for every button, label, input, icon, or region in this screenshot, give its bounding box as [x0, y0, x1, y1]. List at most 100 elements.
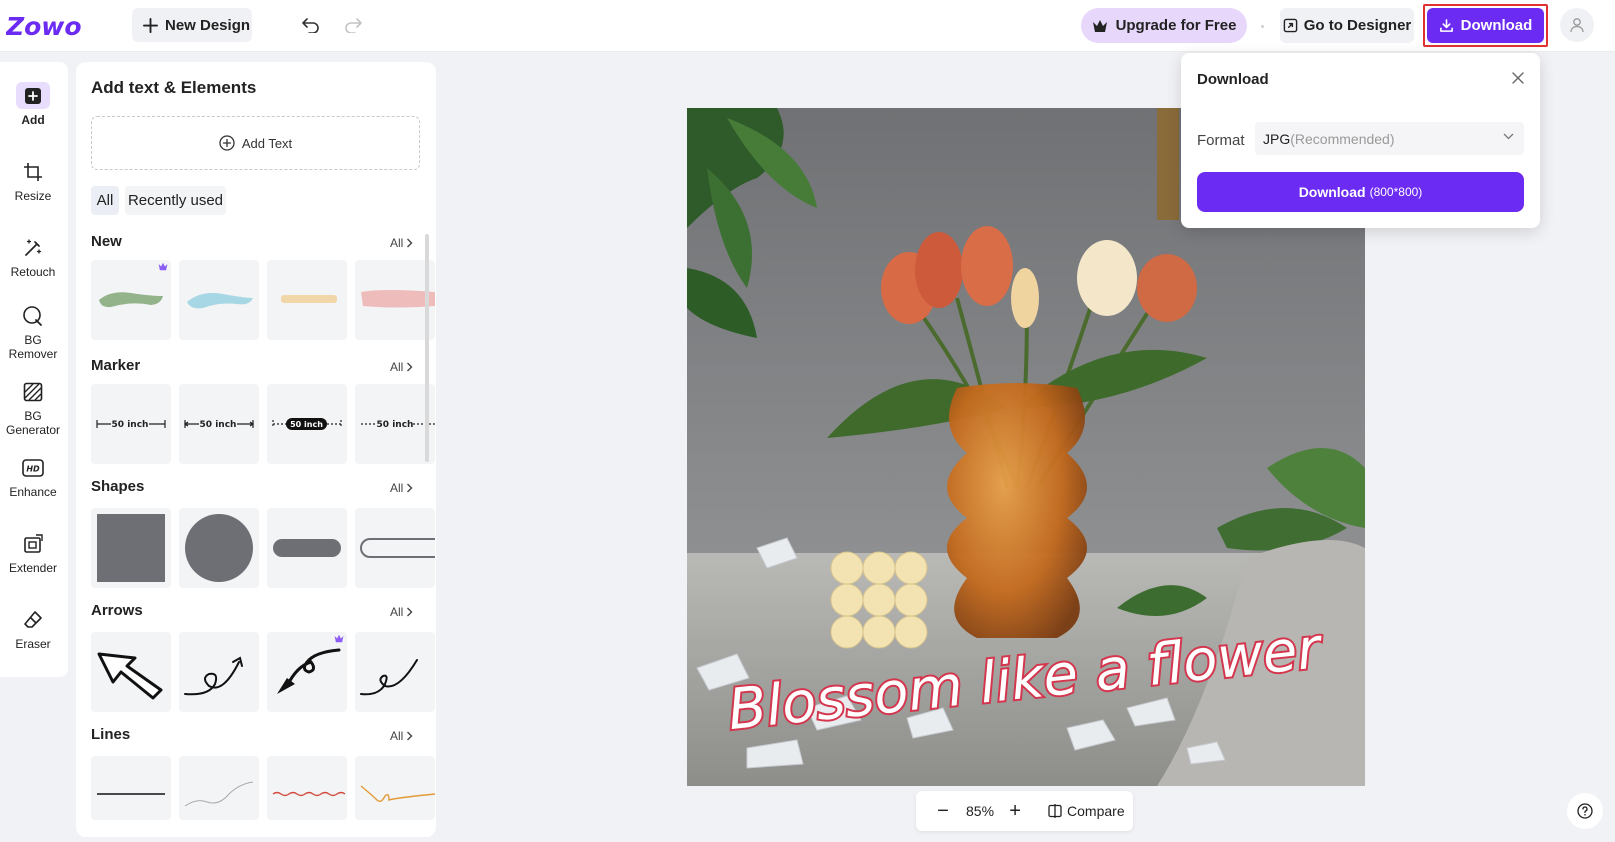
shape-pill-tile[interactable] [267, 508, 347, 588]
tool-label: Resize [14, 189, 52, 203]
download-label: Download [1460, 17, 1533, 34]
section-all-marker[interactable]: All [390, 360, 413, 374]
marker-tile[interactable]: 50 inch [355, 384, 435, 464]
top-bar: Zowo New Design Upgrade for Free Go to D… [0, 0, 1615, 52]
tool-label: BG Generator [5, 409, 61, 437]
popup-download-button[interactable]: Download (800*800) [1197, 172, 1524, 212]
popup-title: Download [1197, 71, 1269, 88]
line-tile[interactable] [355, 756, 435, 820]
marker-tile[interactable]: 50 inch [179, 384, 259, 464]
all-label: All [390, 605, 404, 619]
zowo-logo[interactable]: Zowo [6, 9, 82, 43]
svg-text:Zowo: Zowo [6, 12, 82, 41]
marker-text: 50 inch [377, 420, 414, 430]
line-tile[interactable] [91, 756, 171, 820]
chevron-right-icon [407, 238, 413, 248]
filter-all[interactable]: All [91, 186, 119, 215]
add-text-label: Add Text [241, 135, 293, 151]
new-design-label: New Design [165, 16, 251, 34]
popup-download-dims: (800*800) [1369, 185, 1423, 199]
separator-dot [1261, 25, 1264, 28]
popup-download-label: Download [1298, 184, 1366, 200]
zoom-in-button[interactable]: + [1008, 801, 1022, 821]
tool-extender[interactable]: Extender [0, 530, 66, 575]
crop-icon [16, 158, 50, 185]
help-icon [1577, 803, 1593, 819]
new-design-button[interactable]: New Design [132, 8, 252, 42]
tool-bg-remover[interactable]: BG Remover [0, 302, 66, 361]
format-label: Format [1197, 132, 1245, 149]
section-all-shapes[interactable]: All [390, 481, 413, 495]
arrow-tile[interactable] [355, 632, 435, 712]
help-button[interactable] [1567, 793, 1603, 829]
compare-button[interactable]: Compare [1048, 803, 1125, 819]
section-title-marker: Marker [91, 357, 141, 374]
bg-remover-icon [16, 302, 50, 329]
chevron-right-icon [407, 607, 413, 617]
bg-generator-icon [16, 378, 50, 405]
tool-eraser[interactable]: Eraser [0, 606, 66, 651]
all-label: All [390, 360, 404, 374]
zoom-out-button[interactable]: − [936, 801, 950, 821]
section-all-lines[interactable]: All [390, 729, 413, 743]
redo-button[interactable] [340, 12, 366, 38]
tool-label: Add [21, 113, 45, 127]
plus-icon [143, 17, 158, 33]
upgrade-button[interactable]: Upgrade for Free [1081, 8, 1247, 43]
all-label: All [390, 236, 404, 250]
download-button[interactable]: Download [1427, 8, 1544, 43]
line-tile[interactable] [179, 756, 259, 820]
add-text-button[interactable]: Add Text [91, 116, 420, 170]
filter-recently-used[interactable]: Recently used [125, 186, 226, 215]
hd-icon: HD [16, 454, 50, 481]
tool-bg-generator[interactable]: BG Generator [0, 378, 66, 437]
sticker-tile[interactable] [179, 260, 259, 340]
sticker-tile[interactable] [91, 260, 171, 340]
panel-scrollbar[interactable] [425, 234, 429, 462]
tool-label: BG Remover [8, 333, 58, 361]
user-icon [1570, 18, 1584, 33]
section-all-arrows[interactable]: All [390, 605, 413, 619]
section-all-new[interactable]: All [390, 236, 413, 250]
all-label: All [390, 729, 404, 743]
sticker-tile[interactable] [267, 260, 347, 340]
go-to-designer-button[interactable]: Go to Designer [1280, 8, 1414, 43]
zoom-bar: − 85% + Compare [916, 791, 1133, 831]
format-select[interactable]: JPG (Recommended) [1255, 122, 1524, 155]
undo-button[interactable] [298, 12, 324, 38]
section-title-shapes: Shapes [91, 478, 145, 495]
redo-icon [345, 18, 362, 33]
tool-retouch[interactable]: Retouch [0, 234, 66, 279]
line-tile[interactable] [267, 756, 347, 820]
premium-crown-icon [158, 262, 168, 271]
tool-rail: Add Resize Retouch BG Remover BG Generat… [0, 62, 68, 677]
download-popup: Download Format JPG (Recommended) Downloa… [1181, 53, 1540, 228]
tool-label: Retouch [10, 265, 56, 279]
plus-square-icon [16, 82, 50, 109]
compare-icon [1048, 804, 1062, 818]
tool-resize[interactable]: Resize [0, 158, 66, 203]
shape-square-tile[interactable] [91, 508, 171, 588]
marker-tile[interactable]: 50 inch [267, 384, 347, 464]
close-icon[interactable] [1512, 72, 1524, 84]
marker-tile[interactable]: 50 inch [91, 384, 171, 464]
tool-enhance[interactable]: HD Enhance [0, 454, 66, 499]
panel-title: Add text & Elements [91, 78, 257, 97]
arrow-tile[interactable] [179, 632, 259, 712]
arrow-tile[interactable] [91, 632, 171, 712]
magic-wand-icon [16, 234, 50, 261]
upgrade-label: Upgrade for Free [1115, 17, 1237, 34]
chevron-down-icon [1503, 133, 1514, 140]
format-hint: (Recommended) [1290, 130, 1395, 147]
chevron-right-icon [407, 483, 413, 493]
sticker-tile[interactable] [355, 260, 435, 340]
arrow-tile[interactable] [267, 632, 347, 712]
shape-outline-pill-tile[interactable] [355, 508, 435, 588]
avatar[interactable] [1560, 8, 1594, 42]
section-title-lines: Lines [91, 726, 131, 743]
marker-text: 50 inch [290, 420, 323, 429]
tool-add[interactable]: Add [0, 82, 66, 127]
chevron-right-icon [407, 362, 413, 372]
tool-label: Enhance [9, 485, 57, 499]
shape-circle-tile[interactable] [179, 508, 259, 588]
